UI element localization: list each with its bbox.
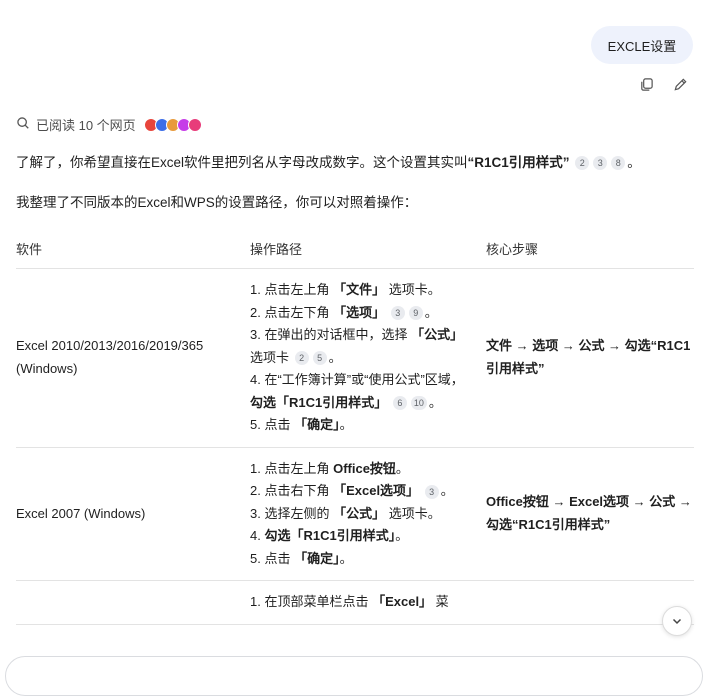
step-text: 菜 [432, 594, 449, 609]
path-step: 4. 在“工作簿计算”或“使用公式”区域， 勾选「R1C1引用样式」 6 10。 [250, 369, 466, 414]
intro-text-2: 我整理了不同版本的Excel和WPS的设置路径，你可以对照着操作： [16, 195, 418, 210]
step-text: 2. 点击右下角 [250, 483, 334, 498]
citation-badge[interactable]: 9 [408, 306, 423, 321]
path-step: 3. 在弹出的对话框中，选择 「公式」 选项卡 2 5。 [250, 324, 466, 369]
read-status-text: 已阅读 10 个网页 [36, 118, 136, 133]
path-step: 2. 点击右下角 「Excel选项」 3。 [250, 480, 466, 503]
message-actions [636, 74, 690, 94]
step-text: 。 [328, 349, 342, 365]
settings-table: 软件 操作路径 核心步骤 Excel 2010/2013/2016/2019/3… [16, 228, 694, 625]
table-header-row: 软件 操作路径 核心步骤 [16, 228, 694, 269]
step-text: 。 [395, 528, 409, 543]
edit-icon[interactable] [670, 74, 690, 94]
step-text [419, 483, 423, 498]
intro-text: 了解了，你希望直接在Excel软件里把列名从字母改成数字。这个设置其实叫 [16, 155, 468, 170]
step-text: 。 [395, 460, 409, 476]
core-steps: Office按钮 → Excel选项 → 公式 → 勾选“R1C1引用样式” [486, 447, 694, 581]
step-text: 选项卡。 [385, 505, 441, 521]
read-status[interactable]: 已阅读 10 个网页 [16, 115, 202, 134]
path-step: 5. 点击 「确定」。 [250, 548, 466, 571]
operation-path-cell: 1. 点击左上角 「文件」 选项卡。 2. 点击左下角 「选项」 3 9。 3. 在弹… [250, 268, 486, 448]
citation-badge[interactable]: 3 [390, 306, 405, 321]
step-text: 。 [440, 483, 454, 498]
step-emphasis: 「公式」 [333, 505, 386, 521]
source-favicon-icon [187, 117, 202, 132]
header-software: 软件 [16, 228, 250, 269]
message-composer[interactable] [5, 656, 703, 696]
citation-badge[interactable]: 8 [611, 156, 626, 171]
copy-icon[interactable] [636, 74, 656, 94]
step-emphasis: 「确定」 [294, 417, 340, 432]
citation-badge[interactable]: 3 [593, 156, 608, 171]
step-text: 2. 点击左下角 [250, 304, 334, 320]
step-emphasis: 「Excel」 [372, 594, 433, 609]
step-text: 。 [424, 304, 438, 320]
path-step: 1. 在顶部菜单栏点击 「Excel」 菜 [250, 591, 466, 614]
step-text: 3. 在弹出的对话框中，选择 [250, 327, 412, 342]
path-step: 2. 点击左下角 「选项」 3 9。 [250, 302, 466, 325]
step-text: 5. 点击 [250, 550, 295, 566]
path-step: 4. 勾选「R1C1引用样式」。 [250, 525, 466, 548]
header-core: 核心步骤 [486, 228, 694, 269]
user-message-bubble: EXCLE设置 [591, 26, 693, 64]
step-text: 4. 在“工作簿计算”或“使用公式”区域， [250, 372, 464, 387]
step-emphasis: 「公式」 [411, 327, 464, 342]
step-emphasis: 勾选「R1C1引用样式」 [264, 528, 396, 543]
step-emphasis: 「确定」 [294, 550, 340, 566]
step-text: 1. 在顶部菜单栏点击 [250, 594, 373, 609]
citation-badge[interactable]: 3 [424, 484, 439, 499]
intro-highlight: “R1C1引用样式” [467, 155, 570, 170]
step-text: 3. 选择左侧的 [250, 505, 334, 521]
intro-paragraph-2: 我整理了不同版本的Excel和WPS的设置路径，你可以对照着操作： [16, 191, 417, 211]
step-text [385, 305, 389, 320]
software-name: Excel 2007 (Windows) [16, 447, 250, 581]
step-text: 。 [339, 550, 353, 566]
citation-badge[interactable]: 6 [392, 396, 407, 411]
search-icon [16, 116, 30, 133]
scroll-down-button[interactable] [662, 606, 692, 636]
citation-badge[interactable]: 5 [312, 351, 327, 366]
step-text [387, 395, 391, 410]
intro-paragraph: 了解了，你希望直接在Excel软件里把列名从字母改成数字。这个设置其实叫“R1C… [16, 151, 641, 171]
table-row: 1. 在顶部菜单栏点击 「Excel」 菜 [16, 580, 694, 625]
step-text: 。 [428, 394, 442, 410]
source-favicons [143, 117, 202, 132]
operation-path-cell: 1. 在顶部菜单栏点击 「Excel」 菜 [250, 580, 486, 625]
step-text: 1. 点击左上角 [250, 282, 334, 297]
step-text: 选项卡 [250, 349, 293, 365]
step-emphasis: 「Excel选项」 [333, 483, 420, 498]
path-step: 1. 点击左上角 Office按钮。 [250, 458, 466, 481]
table-row: Excel 2007 (Windows) 1. 点击左上角 Office按钮。 2.… [16, 447, 694, 581]
citation-badge[interactable]: 10 [410, 396, 427, 411]
header-path: 操作路径 [250, 228, 486, 269]
step-text: 4. [250, 528, 265, 543]
intro-suffix: 。 [627, 155, 641, 170]
step-text: 5. 点击 [250, 417, 295, 432]
path-step: 3. 选择左侧的 「公式」 选项卡。 [250, 503, 466, 526]
step-emphasis: Office按钮 [333, 460, 396, 476]
citation-badge[interactable]: 2 [575, 156, 590, 171]
software-name [16, 580, 250, 625]
step-text: 选项卡。 [385, 282, 441, 297]
step-emphasis: 「文件」 [333, 282, 386, 297]
step-text: 。 [339, 417, 353, 432]
citation-badge[interactable]: 2 [294, 351, 309, 366]
step-text: 1. 点击左上角 [250, 460, 334, 476]
path-step: 5. 点击 「确定」。 [250, 414, 466, 437]
core-steps: 文件 → 选项 → 公式 → 勾选“R1C1引用样式” [486, 268, 694, 448]
operation-path-cell: 1. 点击左上角 Office按钮。 2. 点击右下角 「Excel选项」 3。 3… [250, 447, 486, 581]
step-emphasis: 勾选「R1C1引用样式」 [250, 394, 388, 410]
step-emphasis: 「选项」 [333, 304, 386, 320]
table-row: Excel 2010/2013/2016/2019/365 (Windows) 1… [16, 268, 694, 448]
chevron-down-icon [672, 618, 682, 625]
path-step: 1. 点击左上角 「文件」 选项卡。 [250, 279, 466, 302]
software-name: Excel 2010/2013/2016/2019/365 (Windows) [16, 268, 250, 448]
user-message-text: EXCLE设置 [607, 38, 677, 54]
